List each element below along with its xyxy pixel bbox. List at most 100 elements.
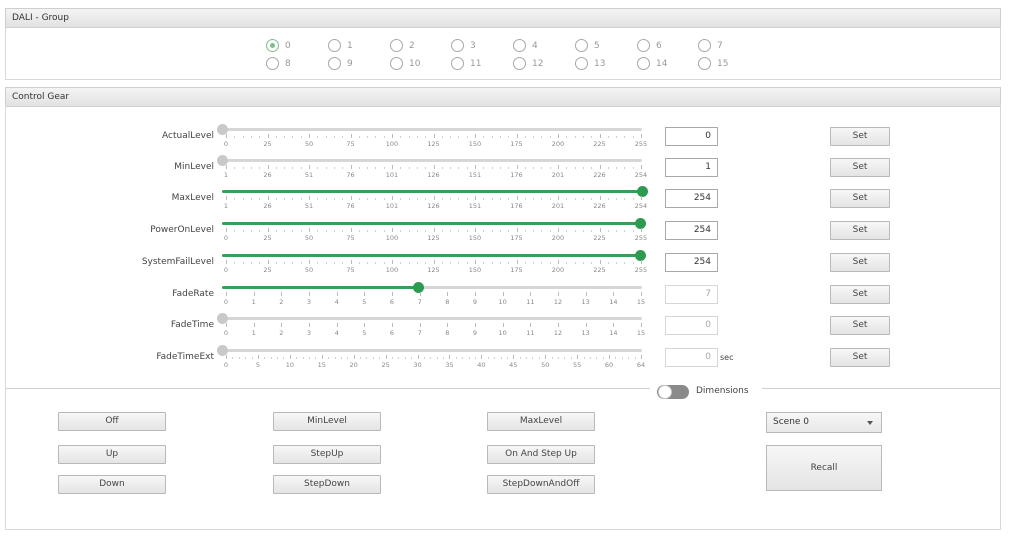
tick-minor	[607, 167, 609, 169]
fade-time-value-field[interactable]: 0	[665, 316, 718, 335]
max-level-button[interactable]: MaxLevel	[487, 412, 595, 431]
tick-minor	[549, 136, 551, 138]
group-radio-3[interactable]: 3	[451, 39, 476, 52]
group-radio-7[interactable]: 7	[698, 39, 723, 52]
tick-minor	[245, 357, 247, 359]
min-level-value-field[interactable]: 1	[665, 158, 718, 177]
tick-minor	[400, 230, 402, 232]
power-on-level-set-button[interactable]: Set	[830, 221, 890, 240]
tick-label: 45	[509, 361, 518, 369]
fade-rate-set-button[interactable]: Set	[830, 285, 890, 304]
tick-label: 225	[593, 140, 606, 148]
min-level-button[interactable]: MinLevel	[273, 412, 381, 431]
tick-major	[475, 165, 476, 169]
group-radio-4[interactable]: 4	[513, 39, 538, 52]
group-radio-9[interactable]: 9	[328, 57, 353, 70]
fade-time-slider[interactable]	[217, 313, 642, 324]
group-radio-15[interactable]: 15	[698, 57, 728, 70]
tick-minor	[441, 136, 443, 138]
tick-major	[433, 228, 435, 232]
tick-minor	[375, 198, 377, 200]
recall-button[interactable]: Recall	[766, 445, 882, 491]
tick-minor	[317, 230, 319, 232]
tick-label: 9	[472, 298, 478, 306]
system-fail-level-value-field[interactable]: 254	[665, 253, 718, 272]
group-radio-14[interactable]: 14	[637, 57, 667, 70]
actual-level-set-button[interactable]: Set	[830, 127, 890, 146]
group-radio-6[interactable]: 6	[637, 39, 662, 52]
tick-minor	[292, 262, 294, 264]
power-on-level-slider[interactable]	[222, 218, 647, 229]
group-radio-11[interactable]: 11	[451, 57, 481, 70]
max-level-set-button[interactable]: Set	[830, 189, 890, 208]
tick-label: 3	[306, 329, 312, 337]
tick-major	[613, 323, 615, 327]
tick-minor	[591, 262, 593, 264]
tick-minor	[400, 262, 402, 264]
tick-minor	[342, 198, 344, 200]
group-radio-13[interactable]: 13	[575, 57, 605, 70]
tick-major	[267, 260, 269, 264]
fade-time-ext-value-field[interactable]: 0	[665, 348, 718, 367]
tick-major	[502, 323, 504, 327]
min-level-slider[interactable]	[217, 155, 642, 166]
tick-major	[641, 323, 642, 327]
tick-minor	[574, 198, 576, 200]
tick-minor	[383, 136, 385, 138]
tick-minor	[300, 230, 302, 232]
fade-rate-value-field[interactable]: 7	[665, 285, 718, 304]
fade-time-ext-set-button[interactable]: Set	[830, 348, 890, 367]
tick-major	[433, 196, 435, 200]
system-fail-level-set-button[interactable]: Set	[830, 253, 890, 272]
group-radio-1[interactable]: 1	[328, 39, 353, 52]
tick-minor	[375, 230, 377, 232]
fade-time-ext-slider[interactable]	[217, 345, 642, 356]
tick-major	[226, 260, 227, 264]
tick-minor	[234, 136, 236, 138]
tick-minor	[632, 136, 634, 138]
scene-select[interactable]: Scene 0	[766, 412, 882, 433]
tick-minor	[317, 198, 319, 200]
step-down-and-off-button[interactable]: StepDownAndOff	[487, 475, 595, 494]
step-down-button[interactable]: StepDown	[273, 475, 381, 494]
tick-label: 4	[334, 329, 339, 337]
min-level-set-button[interactable]: Set	[830, 158, 890, 177]
on-and-step-up-button[interactable]: On And Step Up	[487, 445, 595, 464]
fade-rate-slider[interactable]	[222, 282, 642, 293]
dimensions-toggle[interactable]	[657, 385, 689, 399]
tick-label: 12	[553, 329, 563, 337]
tick-minor	[524, 262, 526, 264]
group-radio-0[interactable]: 0	[266, 39, 291, 52]
group-radio-12[interactable]: 12	[513, 57, 543, 70]
fade-time-tick-labels: 0 1 2 3 4 5 6 7 8 9 10 11 12 13 14 15	[224, 329, 645, 339]
tick-minor	[624, 198, 626, 200]
tick-major	[309, 292, 310, 296]
down-button[interactable]: Down	[58, 475, 166, 494]
tick-label: 10	[498, 329, 507, 337]
step-up-button[interactable]: StepUp	[273, 445, 381, 464]
max-level-value-field[interactable]: 254	[665, 189, 718, 208]
tick-minor	[487, 357, 489, 359]
tick-label: 200	[551, 234, 565, 242]
tick-minor	[408, 198, 410, 200]
group-radio-8[interactable]: 8	[266, 57, 291, 70]
off-button[interactable]: Off	[58, 412, 166, 431]
up-button[interactable]: Up	[58, 445, 166, 464]
group-radio-2[interactable]: 2	[390, 39, 415, 52]
max-level-slider[interactable]	[222, 186, 648, 197]
power-on-level-value-field[interactable]: 254	[665, 221, 718, 240]
system-fail-level-slider[interactable]	[222, 250, 647, 261]
actual-level-slider[interactable]	[217, 124, 642, 135]
group-radio-5[interactable]: 5	[575, 39, 600, 52]
actual-level-value-field[interactable]: 0	[665, 127, 718, 146]
tick-label: 150	[468, 140, 482, 148]
tick-major	[641, 165, 642, 169]
tick-label: 201	[551, 202, 565, 210]
tick-major	[641, 228, 642, 232]
tick-minor	[508, 230, 510, 232]
tick-label: 255	[634, 234, 648, 242]
tick-major	[641, 260, 642, 264]
group-radio-10[interactable]: 10	[390, 57, 420, 70]
tick-minor	[564, 357, 566, 359]
fade-time-set-button[interactable]: Set	[830, 316, 890, 335]
